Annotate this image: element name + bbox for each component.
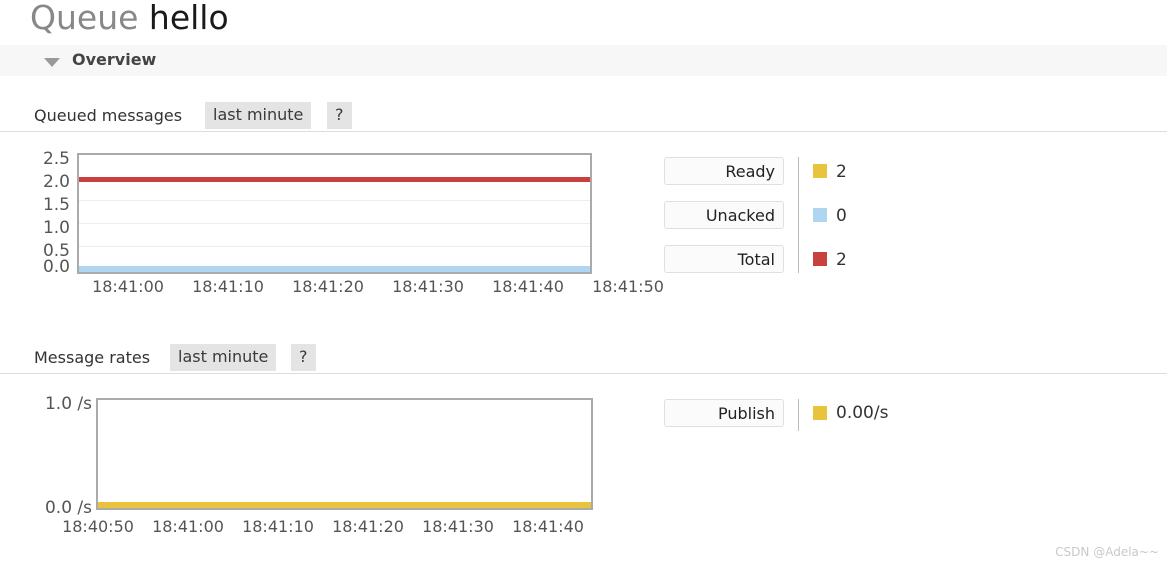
y-tick-label: 1.5 [42,195,70,215]
triangle-down-icon[interactable] [44,58,60,67]
legend-label-total[interactable]: Total [664,245,784,273]
queued-messages-help-tab[interactable]: ? [327,102,352,129]
x-tick-label: 18:41:20 [332,517,404,536]
legend-swatch-ready [813,164,827,178]
legend-swatch-unacked [813,208,827,222]
queued-messages-range-tab[interactable]: last minute [205,102,312,129]
x-tick-label: 18:41:00 [92,277,164,296]
header-divider [0,373,1167,374]
y-tick-label: 1.0 [42,218,70,238]
series-line-unacked [79,266,590,272]
legend-label-publish[interactable]: Publish [664,399,784,427]
page-title: Queue hello [30,0,229,37]
x-axis-labels: 18:41:00 18:41:10 18:41:20 18:41:30 18:41:40… [78,277,678,296]
legend-value-unacked: 0 [836,206,847,226]
y-tick-label: 0.0 [42,257,70,277]
message-rates-range-tab[interactable]: last minute [170,344,277,371]
x-tick-label: 18:41:10 [192,277,264,296]
x-tick-label: 18:41:10 [242,517,314,536]
legend-swatch-publish [813,406,827,420]
y-tick-label: 2.0 [42,172,70,192]
message-rates-plot-area [96,398,593,510]
y-tick-label: 2.5 [42,149,70,169]
watermark: CSDN @Adela~~ [1055,545,1159,559]
message-rates-help-tab[interactable]: ? [291,344,316,371]
x-axis-labels: 18:40:50 18:41:00 18:41:10 18:41:20 18:41:30… [53,517,593,536]
legend-value-ready: 2 [836,162,847,182]
message-rates-header: Message rates last minute ? [0,344,1167,374]
y-tick-label: 1.0 /s [44,394,92,414]
legend-value-publish: 0.00/s [836,403,889,423]
x-tick-label: 18:40:50 [62,517,134,536]
queued-messages-plot-area [77,153,592,274]
legend-swatch-total [813,252,827,266]
legend-divider [798,399,799,431]
series-line-total [79,177,590,182]
queued-messages-header: Queued messages last minute ? [0,102,1167,132]
x-tick-label: 18:41:20 [292,277,364,296]
y-tick-label: 0.0 /s [44,498,92,518]
page-title-entity-type: Queue [30,0,139,37]
page-title-entity-name: hello [148,0,229,37]
queued-messages-legend: Ready 2 Unacked 0 Total 2 [664,157,924,277]
message-rates-label: Message rates [34,348,151,367]
overview-section-title: Overview [72,50,157,69]
legend-label-unacked[interactable]: Unacked [664,201,784,229]
message-rates-legend: Publish 0.00/s [664,399,924,439]
x-tick-label: 18:41:00 [152,517,224,536]
x-tick-label: 18:41:50 [592,277,664,296]
x-tick-label: 18:41:40 [512,517,584,536]
x-tick-label: 18:41:40 [492,277,564,296]
legend-label-ready[interactable]: Ready [664,157,784,185]
header-divider [0,131,1167,132]
overview-section-header[interactable]: Overview [0,45,1167,76]
series-line-publish [98,502,591,508]
x-tick-label: 18:41:30 [422,517,494,536]
x-tick-label: 18:41:30 [392,277,464,296]
legend-divider [798,157,799,273]
legend-value-total: 2 [836,250,847,270]
queued-messages-label: Queued messages [34,106,183,125]
